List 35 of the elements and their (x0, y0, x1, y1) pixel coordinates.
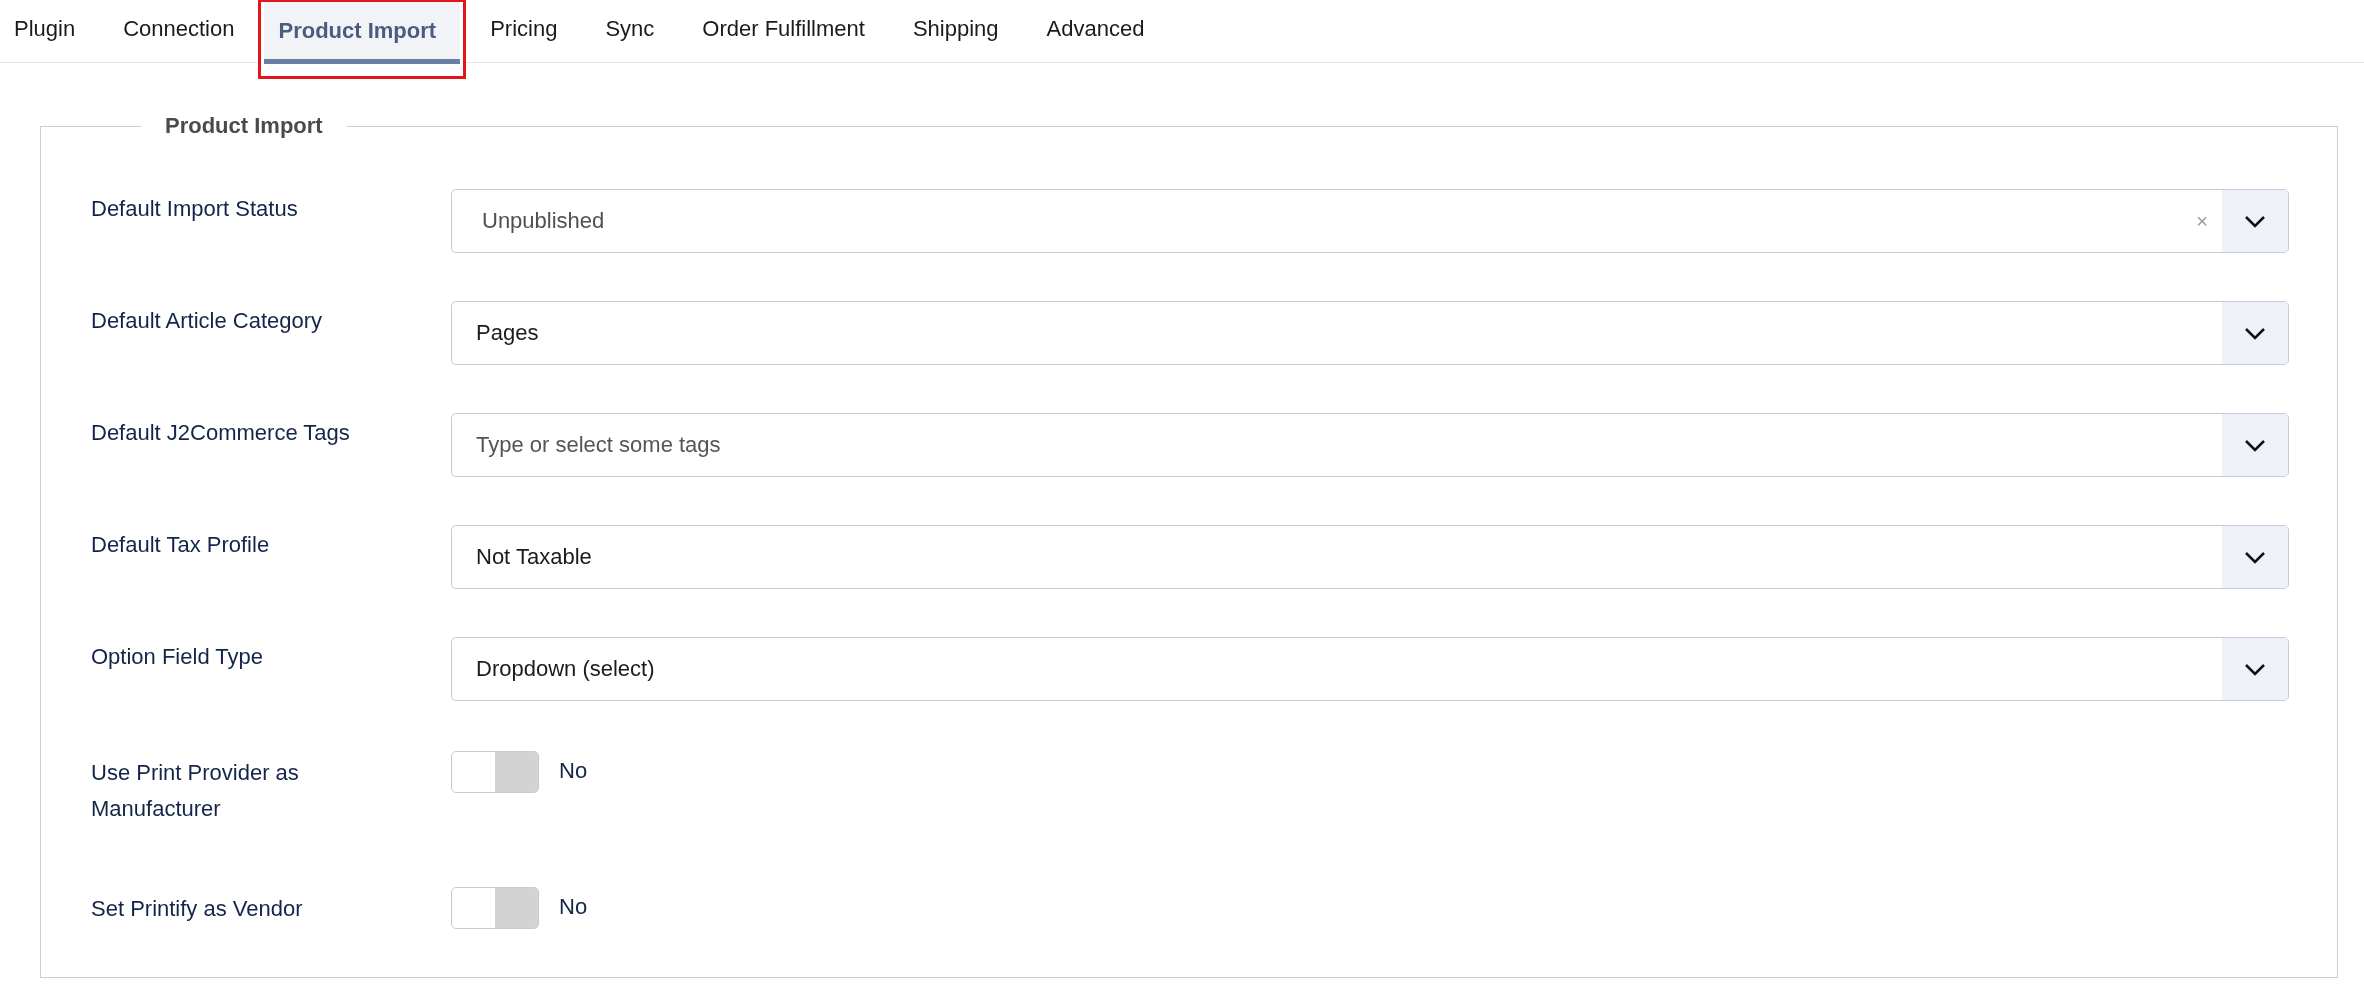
tab[interactable]: Shipping (888, 0, 1023, 62)
chevron-down-icon (2244, 550, 2266, 564)
toggle-switch[interactable] (451, 751, 539, 793)
tab[interactable]: Order Fulfillment (678, 0, 889, 62)
chevron-down-icon (2244, 438, 2266, 452)
dropdown-toggle[interactable] (2222, 190, 2288, 252)
field-label: Default J2Commerce Tags (91, 419, 351, 447)
dropdown-toggle[interactable] (2222, 414, 2288, 476)
select-field[interactable]: Dropdown (select) (451, 637, 2289, 701)
select-field[interactable]: Type or select some tags (451, 413, 2289, 477)
tab[interactable]: Advanced (1022, 0, 1169, 62)
section-legend: Product Import (141, 113, 347, 139)
dropdown-toggle[interactable] (2222, 638, 2288, 700)
chevron-down-icon (2244, 214, 2266, 228)
tab[interactable]: Pricing (466, 0, 582, 62)
chevron-down-icon (2244, 326, 2266, 340)
chevron-down-icon (2244, 662, 2266, 676)
field-label: Default Tax Profile (91, 531, 271, 559)
select-field[interactable]: Unpublished × (451, 189, 2289, 253)
select-field[interactable]: Not Taxable (451, 525, 2289, 589)
tab[interactable]: Sync (581, 0, 679, 62)
dropdown-toggle[interactable] (2222, 302, 2288, 364)
select-field[interactable]: Pages (451, 301, 2289, 365)
toggle-switch[interactable] (451, 887, 539, 929)
field-label: Option Field Type (91, 643, 265, 671)
toggle-state: No (559, 893, 588, 921)
field-label: Default Article Category (91, 307, 324, 335)
toggle-state: No (559, 757, 588, 785)
field-label: Set Printify as Vendor (91, 895, 304, 923)
tab[interactable]: Connection (99, 0, 259, 62)
tab[interactable]: Product Import (264, 2, 461, 64)
field-label: Default Import Status (91, 195, 299, 223)
field-label: Use Print Provider as Manufacturer (91, 759, 300, 823)
dropdown-toggle[interactable] (2222, 526, 2288, 588)
tab[interactable]: Plugin (0, 0, 100, 62)
